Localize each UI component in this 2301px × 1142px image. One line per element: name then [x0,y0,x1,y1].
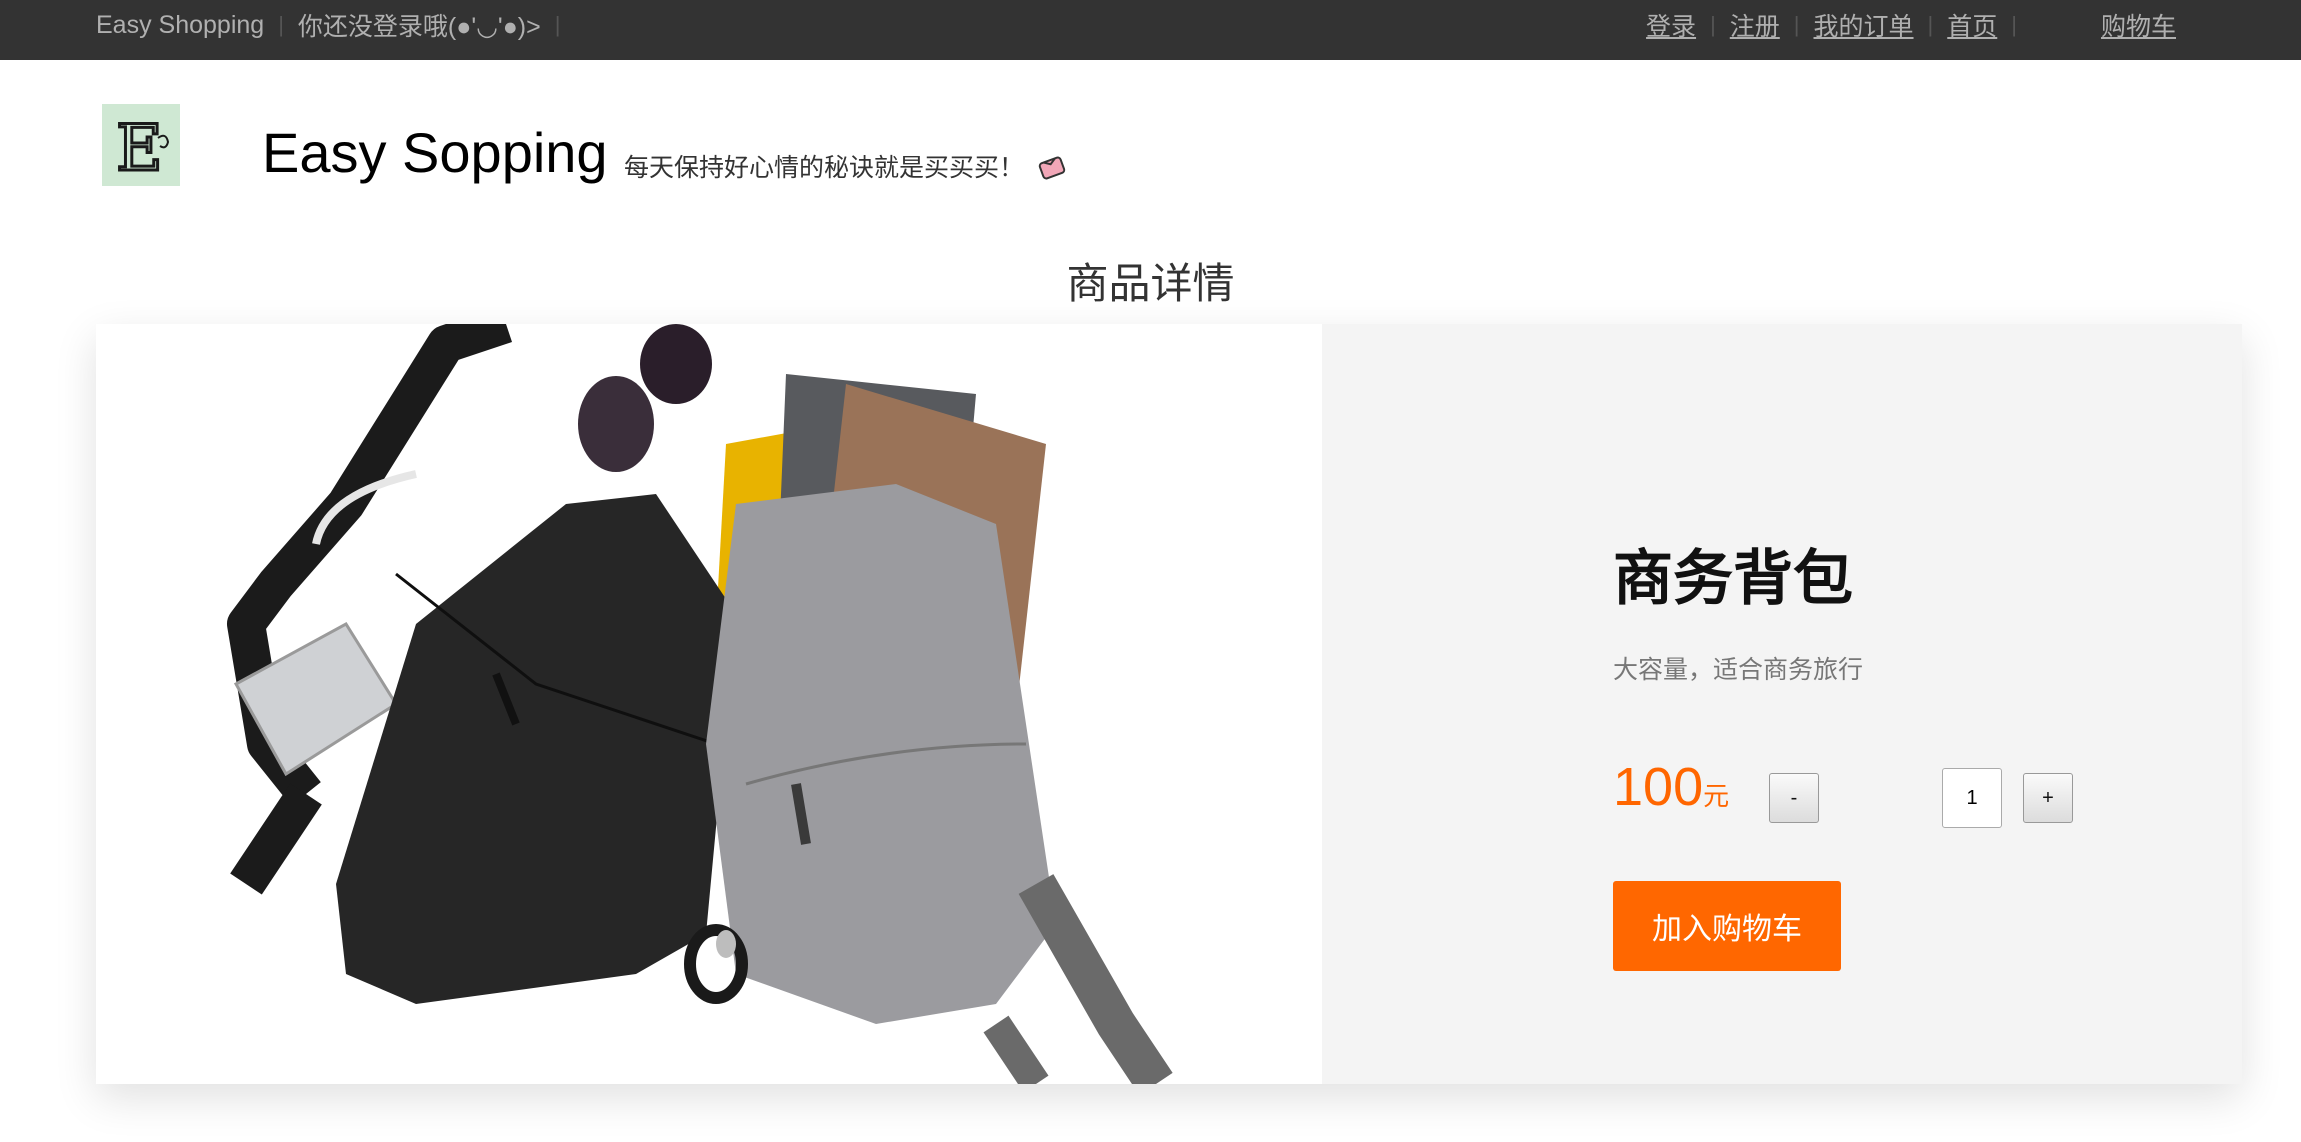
topbar-brand: Easy Shopping [96,10,265,39]
login-link[interactable]: 登录 [1646,7,1696,43]
home-link[interactable]: 首页 [1947,7,1997,43]
my-orders-link[interactable]: 我的订单 [1814,7,1914,43]
decrease-quantity-button[interactable]: - [1769,773,1819,823]
topbar-separator: | [1710,12,1716,37]
product-name: 商务背包 [1613,545,1853,612]
register-link[interactable]: 注册 [1730,7,1780,43]
top-navbar: Easy Shopping | 你还没登录哦(●'◡'●)> | 登录 | 注册… [0,0,2301,60]
product-detail-card: 商务背包 大容量，适合商务旅行 100元 - + 加入购物车 [96,324,2242,1084]
product-image [96,324,1322,1084]
topbar-left: Easy Shopping | 你还没登录哦(●'◡'●)> | [96,0,574,50]
product-price: 100元 [1613,756,1729,818]
gift-emoji-icon [1038,152,1066,180]
add-to-cart-button[interactable]: 加入购物车 [1613,881,1841,971]
topbar-separator: | [278,12,284,37]
logo-icon: E [106,108,176,182]
topbar-separator: | [554,12,561,37]
topbar-separator: | [1793,12,1800,37]
product-description: 大容量，适合商务旅行 [1613,656,1864,684]
price-value: 100 [1613,757,1704,817]
login-status-text: 你还没登录哦(●'◡'●)> [297,13,541,41]
svg-text:E: E [116,112,163,182]
increase-quantity-button[interactable]: + [2023,773,2073,823]
site-title: Easy Sopping [262,121,608,184]
topbar-right: 登录 | 注册 | 我的订单 | 首页 | 购物车 [1646,0,2176,50]
topbar-separator: | [2011,12,2017,37]
slogan-text: 每天保持好心情的秘诀就是买买买！ [624,154,1025,182]
cart-link[interactable]: 购物车 [2101,7,2176,43]
quantity-input[interactable] [1942,768,2002,828]
site-slogan: 每天保持好心情的秘诀就是买买买！ [624,148,1066,184]
section-title: 商品详情 [1066,260,1235,307]
topbar-separator: | [1927,12,1934,37]
price-unit: 元 [1703,781,1730,811]
site-logo[interactable]: E [102,104,180,186]
